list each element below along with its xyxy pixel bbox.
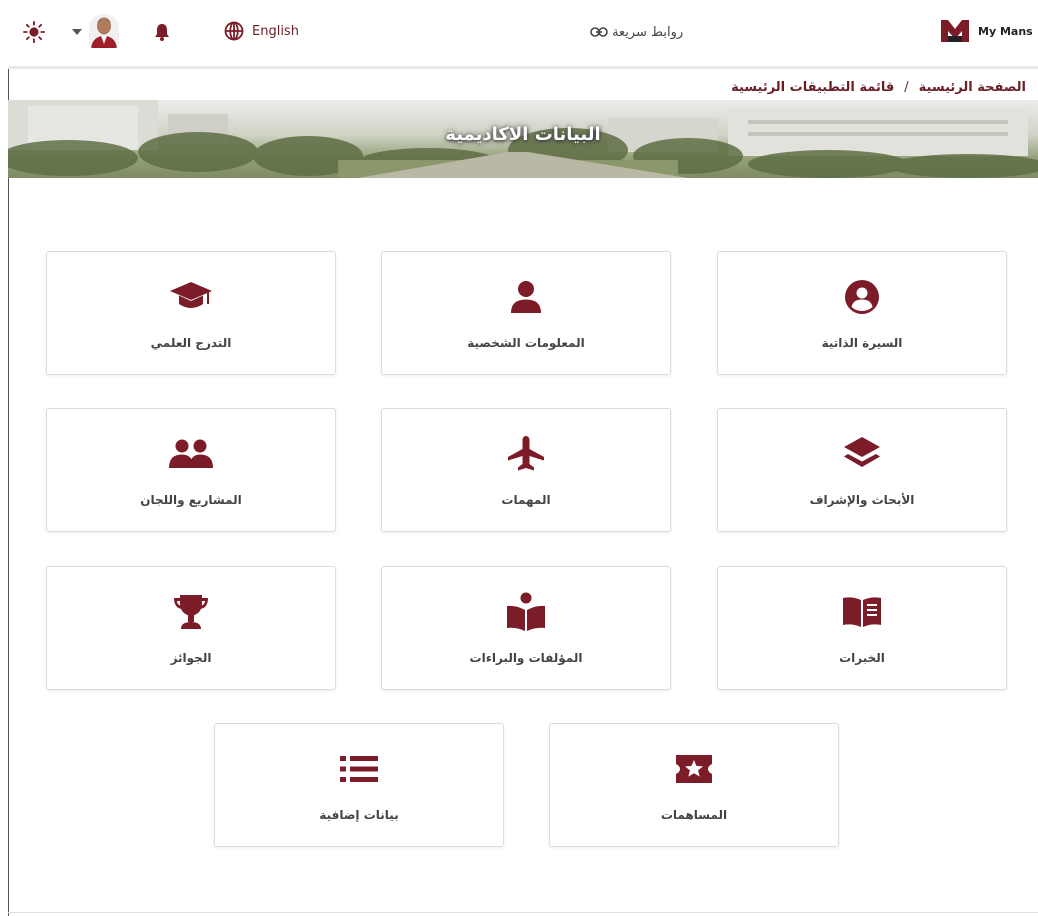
- card-label: السيرة الذاتية: [821, 336, 903, 350]
- card-label: المهمات: [501, 493, 551, 507]
- university-logo-icon: [941, 20, 969, 42]
- user-photo: [89, 14, 119, 48]
- card-additional-data[interactable]: بيانات إضافية: [214, 723, 504, 847]
- user-menu-dropdown-button[interactable]: [70, 22, 84, 42]
- language-label: English: [252, 23, 299, 39]
- card-personal-info[interactable]: المعلومات الشخصية: [381, 251, 671, 375]
- notifications-button[interactable]: [153, 22, 171, 42]
- card-label: المساهمات: [660, 808, 728, 822]
- card-projects-committees[interactable]: المشاريع واللجان: [46, 408, 336, 532]
- card-label: الأبحاث والإشراف: [809, 493, 915, 507]
- language-switch[interactable]: English: [224, 20, 299, 42]
- book-open-icon: [843, 597, 881, 627]
- card-label: المعلومات الشخصية: [467, 336, 585, 350]
- quick-links-label: روابط سريعة: [612, 24, 684, 40]
- globe-icon: [224, 21, 244, 41]
- avatar[interactable]: [89, 14, 119, 48]
- card-label: التدرج العلمي: [150, 336, 232, 350]
- brand[interactable]: My Mans: [940, 18, 1038, 44]
- card-label: الخبرات: [839, 651, 885, 665]
- plane-icon: [508, 436, 544, 471]
- footer-divider: [8, 912, 1038, 913]
- card-label: المؤلفات والبراءات: [469, 651, 583, 665]
- card-label: بيانات إضافية: [319, 808, 399, 822]
- card-cv[interactable]: السيرة الذاتية: [717, 251, 1007, 375]
- list-icon: [340, 756, 378, 782]
- theme-toggle-button[interactable]: [22, 20, 46, 44]
- card-missions[interactable]: المهمات: [381, 408, 671, 532]
- card-publications-patents[interactable]: المؤلفات والبراءات: [381, 566, 671, 690]
- breadcrumb-separator: /: [904, 79, 909, 95]
- bell-icon: [155, 24, 169, 41]
- header-divider: [8, 66, 1038, 69]
- link-icon: [590, 27, 608, 37]
- sun-icon: [23, 21, 45, 43]
- user-icon: [511, 281, 541, 313]
- card-experience[interactable]: الخبرات: [717, 566, 1007, 690]
- card-academic-progression[interactable]: التدرج العلمي: [46, 251, 336, 375]
- breadcrumb-home-link[interactable]: الصفحة الرئيسية: [919, 80, 1026, 95]
- card-research-supervision[interactable]: الأبحاث والإشراف: [717, 408, 1007, 532]
- graduation-cap-icon: [170, 282, 212, 308]
- quick-links-button[interactable]: روابط سريعة: [590, 22, 683, 42]
- card-label: المشاريع واللجان: [140, 493, 242, 507]
- layers-icon: [844, 437, 880, 467]
- ticket-star-icon: [676, 755, 712, 783]
- breadcrumb: الصفحة الرئيسية / قائمة التطبيقات الرئيس…: [731, 76, 1026, 98]
- card-label: الجوائز: [170, 651, 212, 665]
- breadcrumb-current: قائمة التطبيقات الرئيسية: [731, 79, 895, 95]
- users-icon: [169, 439, 213, 468]
- card-awards[interactable]: الجوائز: [46, 566, 336, 690]
- card-contributions[interactable]: المساهمات: [549, 723, 839, 847]
- brand-name: My Mans: [978, 24, 1033, 38]
- caret-down-icon: [72, 29, 82, 35]
- user-circle-icon: [845, 280, 879, 314]
- trophy-icon: [174, 595, 208, 629]
- page-banner: البيانات الاكاديمية: [8, 100, 1038, 178]
- page-title: البيانات الاكاديمية: [445, 124, 601, 145]
- reader-icon: [507, 592, 545, 631]
- top-bar: English روابط سريعة My Mans: [0, 0, 1038, 66]
